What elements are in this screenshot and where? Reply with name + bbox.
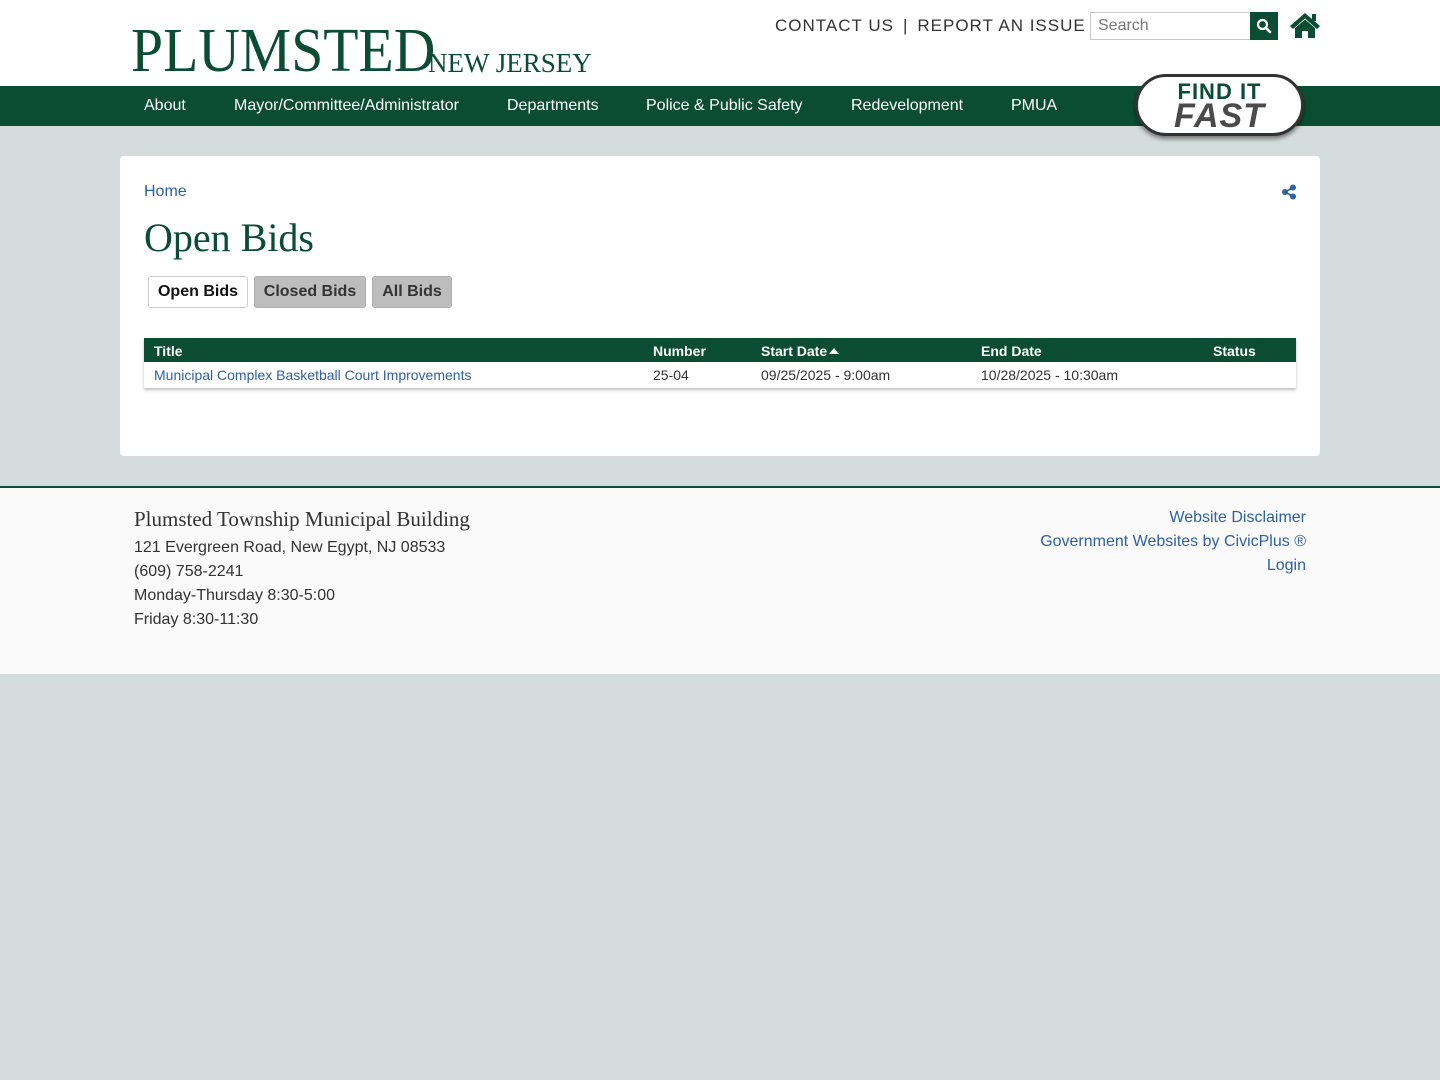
search-button[interactable] [1250, 12, 1278, 40]
logo-main-text: PLUMSTED [131, 17, 436, 85]
footer-hours-weekday: Monday-Thursday 8:30-5:00 [134, 587, 335, 604]
footer-hours-friday: Friday 8:30-11:30 [134, 611, 259, 628]
sort-ascending-icon [829, 348, 840, 354]
fast-text: FAST [1174, 97, 1265, 135]
column-header-title[interactable]: Title [154, 343, 183, 359]
column-header-status[interactable]: Status [1213, 343, 1256, 359]
nav-item-departments[interactable]: Departments [507, 86, 599, 126]
bids-table: Title Number Start Date End Date Status … [144, 338, 1296, 388]
content-card: Home Open Bids Open Bids Closed Bids All… [120, 156, 1320, 456]
breadcrumb-home[interactable]: Home [144, 183, 187, 201]
search-icon [1256, 18, 1272, 34]
site-logo[interactable]: PLUMSTED NEW JERSEY [131, 17, 592, 85]
column-header-end-date[interactable]: End Date [981, 343, 1042, 359]
table-row: Municipal Complex Basketball Court Impro… [144, 362, 1296, 388]
tab-all-bids[interactable]: All Bids [372, 276, 452, 308]
tab-open-bids[interactable]: Open Bids [148, 276, 248, 308]
nav-item-police[interactable]: Police & Public Safety [646, 86, 803, 126]
nav-item-redevelopment[interactable]: Redevelopment [851, 86, 963, 126]
login-link[interactable]: Login [1267, 557, 1306, 575]
logo-sub-text: NEW JERSEY [428, 48, 592, 78]
search-input[interactable] [1090, 12, 1250, 40]
page-title: Open Bids [144, 215, 314, 260]
bid-title-cell: Municipal Complex Basketball Court Impro… [154, 367, 471, 383]
table-header: Title Number Start Date End Date Status [144, 338, 1296, 362]
top-links: CONTACT US | REPORT AN ISSUE [775, 16, 1086, 36]
column-header-number[interactable]: Number [653, 343, 706, 359]
website-disclaimer-link[interactable]: Website Disclaimer [1169, 509, 1306, 527]
site-footer: Plumsted Township Municipal Building 121… [0, 486, 1440, 674]
civicplus-link[interactable]: Government Websites by CivicPlus ® [1040, 533, 1306, 551]
find-it-fast-button[interactable]: FIND IT FAST [1135, 74, 1304, 136]
footer-building-name: Plumsted Township Municipal Building [134, 507, 470, 531]
nav-item-pmua[interactable]: PMUA [1011, 86, 1057, 126]
column-header-start-date-label: Start Date [761, 343, 828, 359]
bid-title-link[interactable]: Municipal Complex Basketball Court Impro… [154, 367, 471, 383]
share-icon[interactable] [1281, 184, 1297, 200]
nav-item-mayor[interactable]: Mayor/Committee/Administrator [234, 86, 459, 126]
report-issue-link[interactable]: REPORT AN ISSUE [917, 16, 1085, 35]
nav-item-about[interactable]: About [144, 86, 186, 126]
top-links-separator: | [902, 16, 909, 35]
tab-closed-bids[interactable]: Closed Bids [254, 276, 366, 308]
bid-number-cell: 25-04 [653, 367, 689, 383]
bid-end-date-cell: 10/28/2025 - 10:30am [981, 367, 1118, 383]
footer-phone: (609) 758-2241 [134, 563, 244, 580]
home-icon[interactable] [1289, 11, 1321, 39]
contact-us-link[interactable]: CONTACT US [775, 16, 894, 35]
footer-address: 121 Evergreen Road, New Egypt, NJ 08533 [134, 539, 446, 556]
column-header-start-date[interactable]: Start Date [761, 343, 840, 359]
bid-start-date-cell: 09/25/2025 - 9:00am [761, 367, 891, 383]
